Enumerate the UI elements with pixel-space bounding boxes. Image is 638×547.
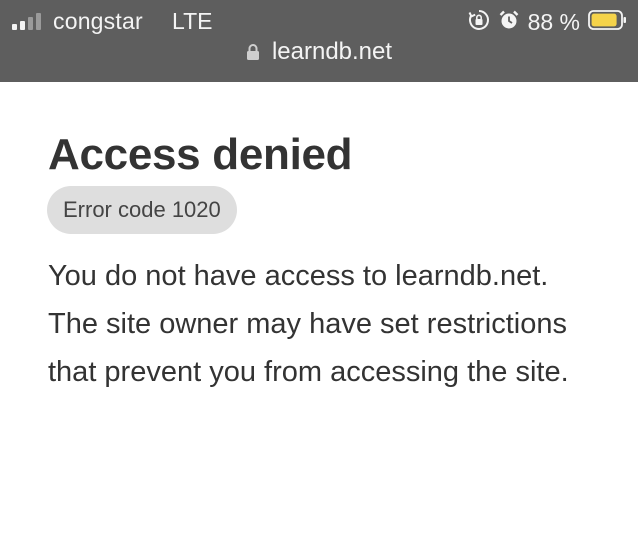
message-line-access: You do not have access to learndb.net. [48,260,549,292]
page-title: Access denied [48,130,353,179]
carrier-name: congstar [53,8,143,34]
address-bar[interactable]: learndb.net [0,38,638,68]
error-code-badge: Error code 1020 [47,186,237,234]
signal-icon [12,12,41,30]
status-icons: 88 % [468,8,628,36]
rotation-lock-icon [468,9,490,36]
url-text: learndb.net [271,38,393,65]
battery-icon [588,9,628,36]
status-bar: congstar LTE 88 % [0,6,638,36]
network-type: LTE [172,8,213,34]
battery-percent: 88 % [527,8,580,35]
alarm-icon [498,9,520,36]
lock-icon [246,40,260,68]
message-line-restrictions: The site owner may have set restrictions… [48,308,569,388]
browser-top-bar: congstar LTE 88 % learndb.net [0,0,638,82]
error-message: You do not have access to learndb.net. T… [48,252,608,396]
